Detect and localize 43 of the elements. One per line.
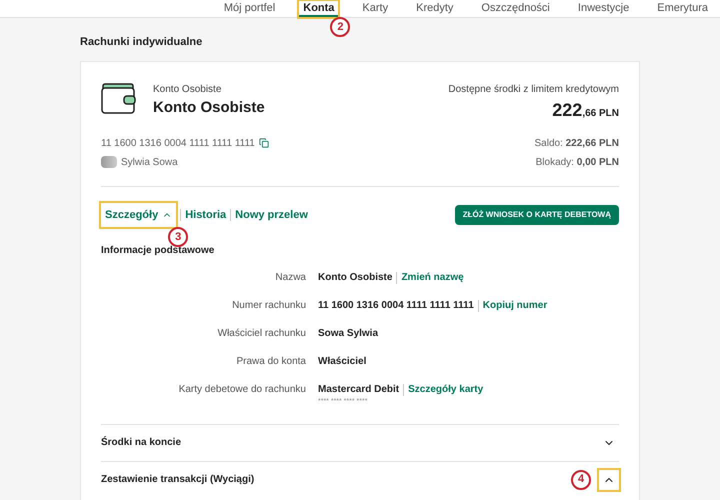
apply-debit-card-button[interactable]: ZŁÓŻ WNIOSEK O KARTĘ DEBETOWĄ [454,204,619,225]
step-number-badge: 2 [330,17,350,37]
account-link[interactable]: Nowy przelew [235,206,308,223]
account-link[interactable]: Szczegóły [101,202,176,227]
info-value: Właściciel [318,355,366,369]
section-heading: Rachunki indywidualne [80,35,204,50]
available-funds-amount: 222,66 PLN [551,98,619,122]
info-link[interactable]: Kopiuj numer [482,298,548,313]
step-number-badge: 3 [168,227,188,247]
nav-tab[interactable]: Emerytura [653,1,712,15]
copy-icon[interactable] [258,138,269,148]
wallet-icon [101,82,137,114]
account-link[interactable]: Historia [185,206,226,223]
account-type: Konto Osobiste [153,82,222,96]
nav-tab[interactable]: Konta [299,1,338,17]
info-label: Prawa do konta [236,355,307,369]
nav-tab[interactable]: Oszczędności [477,1,554,15]
info-value: 11 1600 1316 0004 1111 1111 1111 [318,299,474,313]
blocked-funds-line: Blokady: 0,00 PLN [536,156,619,170]
nav-tab[interactable]: Mój portfel [220,1,280,15]
nav-tab[interactable]: Inwestycje [574,1,634,15]
info-link[interactable]: Zmień nazwę [401,270,464,285]
section-title: Środki na koncie [101,435,182,450]
info-heading: Informacje podstawowe [101,244,216,258]
step-number-badge: 4 [571,470,591,490]
info-label: Karty debetowe do rachunku [178,383,307,397]
account-name: Konto Osobiste [153,98,265,118]
info-label: Nazwa [274,271,307,285]
owner-name: Sylwia Sowa [121,156,178,170]
account-number: 11 1600 1316 0004 1111 1111 1111 [101,136,255,150]
available-funds-label: Dostępne środki z limitem kredytowym [448,82,619,96]
collapse-button[interactable] [599,470,619,490]
nav-tab[interactable]: Karty [358,1,392,15]
info-link[interactable]: Szczegóły karty [408,382,484,397]
section-title: Zestawienie transakcji (Wyciągi) [101,473,254,487]
info-label: Właściciel rachunku [216,327,307,341]
card-thumbnail-icon [101,156,117,168]
nav-tab[interactable]: Kredyty [412,1,458,15]
info-value: Konto Osobiste [318,271,392,285]
balance-line: Saldo: 222,66 PLN [534,136,619,150]
info-label: Numer rachunku [231,299,307,313]
info-value: Sowa Sylwia [318,327,378,341]
info-value: Mastercard Debit [318,383,400,397]
